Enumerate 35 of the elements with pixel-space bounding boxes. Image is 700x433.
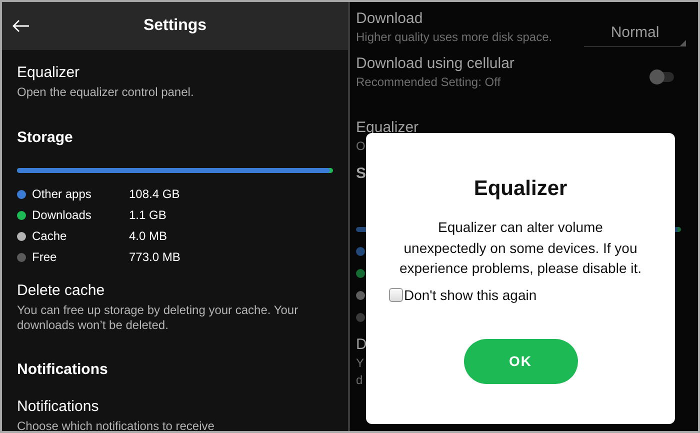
setting-description: O [356,139,366,153]
section-heading: Notifications [17,361,109,378]
quality-dropdown[interactable]: Normal [584,18,686,47]
toggle-switch[interactable] [649,69,676,85]
legend-label: Cache [32,229,67,243]
setting-description: You can free up storage by deleting your cache. Your downloads won’t be deleted. [17,303,300,333]
storage-value: 4.0 MB [129,229,168,243]
section-heading: S [356,165,366,182]
setting-title[interactable]: D [356,336,367,353]
legend-label: Downloads [32,208,92,222]
setting-description: d [356,373,363,387]
legend-label: Other apps [32,187,92,201]
storage-value: 1.1 GB [129,208,168,222]
dropdown-corner-icon [680,40,686,46]
setting-description: Choose which notifications to receive [17,419,216,431]
setting-title[interactable]: Notifications [17,398,333,415]
legend-label: Free [32,250,57,264]
setting-description: Recommended Setting: Off [356,75,501,89]
setting-title[interactable]: Equalizer [356,119,419,136]
back-arrow-icon[interactable] [12,19,30,33]
checkbox-label[interactable]: Don't show this again [404,286,537,302]
checkbox[interactable] [389,288,403,302]
section-heading: Storage [17,129,74,146]
screen-title: Settings [143,17,207,34]
setting-title[interactable]: Equalizer [17,64,333,81]
setting-description: Open the equalizer control panel. [17,85,195,100]
dialog-title: Equalizer [474,177,568,201]
dialog-message: Equalizer can alter volume unexpectedly on some devices. If you experience problems, please disable it. [398,218,643,278]
setting-title[interactable]: Download using cellular [356,55,514,72]
setting-title[interactable]: Delete cache [17,282,333,299]
setting-title[interactable]: Download [356,10,423,27]
storage-value: 773.0 MB [129,250,182,264]
storage-value: 108.4 GB [129,187,181,201]
setting-description: Y [356,356,364,370]
setting-description: Higher quality uses more disk space. [356,30,552,44]
